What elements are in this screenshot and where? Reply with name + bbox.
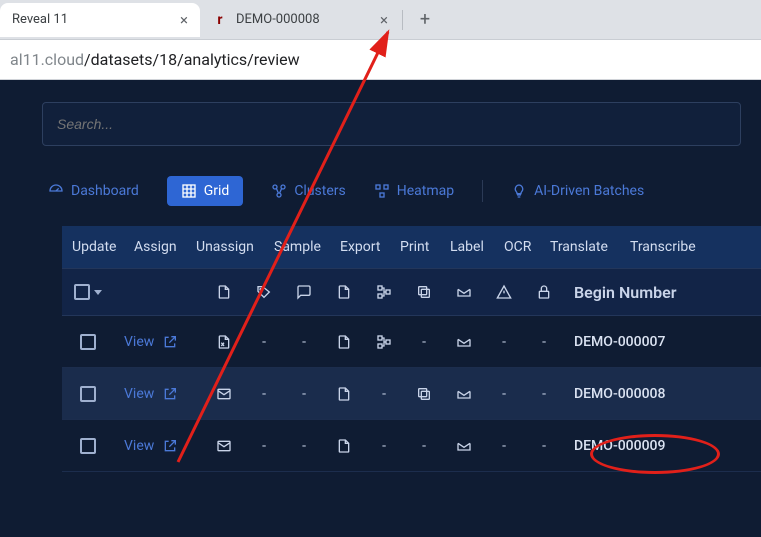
table-row[interactable]: View - - - - - DEMO-000008: [62, 368, 761, 420]
chevron-down-icon: [94, 290, 102, 295]
tab-title: DEMO-000008: [236, 12, 320, 27]
view-link[interactable]: View: [114, 438, 204, 454]
results-table: Update Assign Unassign Sample Export Pri…: [62, 226, 761, 472]
tab-separator: [402, 10, 403, 30]
col-family-icon[interactable]: [364, 284, 404, 300]
cell-tag: -: [244, 386, 284, 402]
gauge-icon: [48, 183, 64, 199]
action-unassign[interactable]: Unassign: [186, 239, 264, 255]
search-box[interactable]: [42, 102, 741, 146]
view-tabs: Dashboard Grid Clusters Heatmap AI-Drive…: [22, 176, 761, 226]
view-link[interactable]: View: [114, 334, 204, 350]
action-translate[interactable]: Translate: [540, 239, 620, 255]
view-link[interactable]: View: [114, 386, 204, 402]
cell-begin-number: DEMO-000007: [564, 334, 724, 350]
table-column-header: Begin Number: [62, 268, 761, 316]
row-checkbox[interactable]: [62, 438, 114, 454]
cell-begin-number: DEMO-000008: [564, 386, 724, 402]
url-text: al11.cloud/datasets/18/analytics/review: [6, 50, 300, 69]
action-transcribe[interactable]: Transcribe: [620, 239, 700, 255]
cell-alert: -: [484, 386, 524, 402]
col-doc-icon[interactable]: [324, 284, 364, 300]
cell-dup: -: [404, 334, 444, 350]
action-sample[interactable]: Sample: [264, 239, 330, 255]
col-lock-icon[interactable]: [524, 284, 564, 300]
new-tab-button[interactable]: +: [411, 6, 439, 34]
cell-dup: [404, 386, 444, 402]
action-print[interactable]: Print: [390, 239, 440, 255]
separator: [482, 180, 483, 202]
address-bar[interactable]: al11.cloud/datasets/18/analytics/review: [0, 40, 761, 80]
cell-thread: -: [284, 438, 324, 454]
tab-ai-batches[interactable]: AI-Driven Batches: [511, 183, 644, 199]
cell-lock: -: [524, 334, 564, 350]
cell-dup: -: [404, 438, 444, 454]
browser-tab-demo[interactable]: r DEMO-000008 ×: [200, 3, 400, 37]
cell-doc: [324, 386, 364, 402]
tab-heatmap[interactable]: Heatmap: [374, 183, 454, 199]
cell-tag: -: [244, 438, 284, 454]
col-filetype-icon[interactable]: [204, 284, 244, 300]
col-begin-number[interactable]: Begin Number: [564, 283, 724, 302]
tab-grid[interactable]: Grid: [167, 176, 244, 206]
app-root: Dashboard Grid Clusters Heatmap AI-Drive…: [0, 80, 761, 537]
cell-thread: -: [284, 386, 324, 402]
cell-tag: -: [244, 334, 284, 350]
cell-read: [444, 386, 484, 402]
col-dup-icon[interactable]: [404, 284, 444, 300]
col-tag-icon[interactable]: [244, 284, 284, 300]
favicon-icon: r: [212, 12, 228, 28]
cell-doc: [324, 438, 364, 454]
cell-alert: -: [484, 438, 524, 454]
col-thread-icon[interactable]: [284, 284, 324, 300]
tab-title: Reveal 11: [12, 12, 68, 27]
bulb-icon: [511, 183, 527, 199]
cell-family: -: [364, 438, 404, 454]
action-ocr[interactable]: OCR: [494, 239, 540, 255]
cell-doc: [324, 334, 364, 350]
close-icon[interactable]: ×: [380, 11, 388, 29]
action-assign[interactable]: Assign: [124, 239, 186, 255]
browser-tab-strip: Reveal 11 × r DEMO-000008 × +: [0, 0, 761, 40]
cell-lock: -: [524, 386, 564, 402]
search-input[interactable]: [57, 116, 726, 132]
tab-clusters[interactable]: Clusters: [271, 183, 345, 199]
row-checkbox[interactable]: [62, 386, 114, 402]
col-alert-icon[interactable]: [484, 284, 524, 300]
cell-filetype: [204, 386, 244, 402]
tab-dashboard[interactable]: Dashboard: [48, 183, 139, 199]
cell-begin-number: DEMO-000009: [564, 438, 724, 454]
browser-tab-reveal[interactable]: Reveal 11 ×: [0, 3, 200, 37]
cell-lock: -: [524, 438, 564, 454]
cell-thread: -: [284, 334, 324, 350]
clusters-icon: [271, 183, 287, 199]
select-all-checkbox[interactable]: [62, 284, 114, 300]
cell-read: [444, 334, 484, 350]
cell-filetype: [204, 438, 244, 454]
col-read-icon[interactable]: [444, 284, 484, 300]
table-row[interactable]: View - - - - - DEMO-000007: [62, 316, 761, 368]
heatmap-icon: [374, 183, 390, 199]
cell-filetype: [204, 334, 244, 350]
grid-icon: [181, 183, 197, 199]
cell-family: -: [364, 386, 404, 402]
action-update[interactable]: Update: [62, 239, 124, 255]
action-label[interactable]: Label: [440, 239, 494, 255]
cell-read: [444, 438, 484, 454]
cell-family: [364, 334, 404, 350]
table-row[interactable]: View - - - - - - DEMO-000009: [62, 420, 761, 472]
close-icon[interactable]: ×: [180, 11, 188, 29]
row-checkbox[interactable]: [62, 334, 114, 350]
table-actions-header: Update Assign Unassign Sample Export Pri…: [62, 226, 761, 268]
action-export[interactable]: Export: [330, 239, 390, 255]
cell-alert: -: [484, 334, 524, 350]
